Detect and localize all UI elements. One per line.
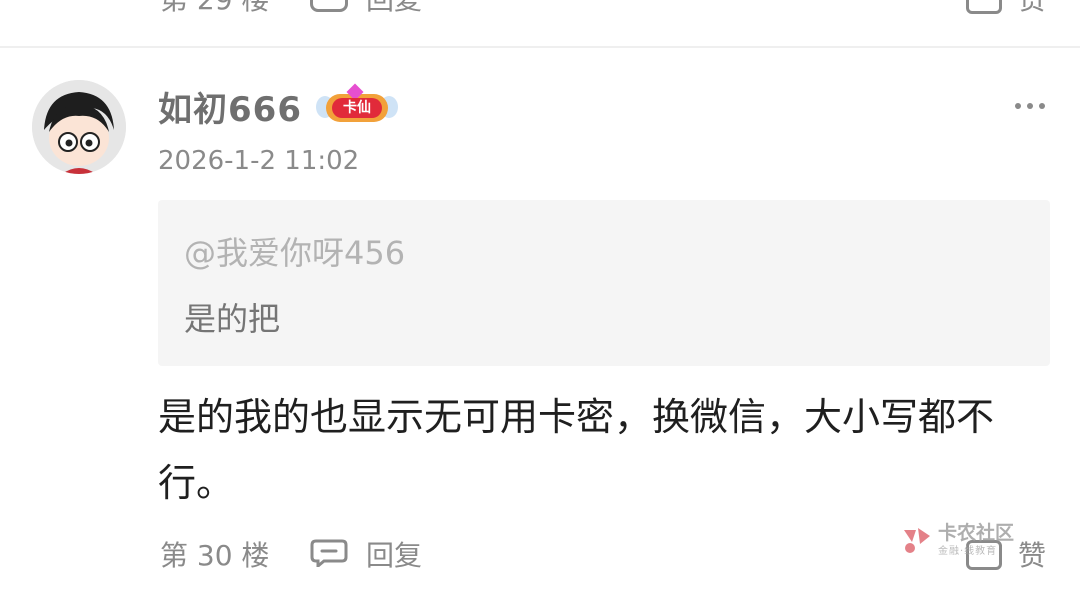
quoted-text: 是的把	[184, 300, 281, 338]
more-dots-icon[interactable]	[1012, 94, 1048, 118]
previous-like-icon[interactable]	[966, 0, 1002, 14]
floor-label: 第 30 楼	[160, 539, 270, 572]
user-level-badge: 卡仙	[316, 83, 398, 128]
previous-reply-icon[interactable]	[310, 0, 348, 12]
avatar-cartoon-icon	[32, 80, 126, 174]
badge-label: 卡仙	[332, 98, 382, 118]
watermark: 卡农社区 金融·线教育	[900, 518, 1030, 562]
previous-post-footer: 第 29 楼 回复 赞	[0, 0, 1080, 22]
reply-button[interactable]: 回复	[366, 534, 422, 574]
post-content: 是的我的也显示无可用卡密，换微信，大小写都不行。	[158, 395, 995, 505]
post-divider	[0, 46, 1080, 48]
quoted-username[interactable]: @我爱你呀456	[184, 228, 405, 274]
watermark-title: 卡农社区	[938, 522, 1015, 544]
quoted-reply[interactable]: @我爱你呀456 是的把	[158, 200, 1050, 366]
previous-like-button[interactable]: 赞	[1018, 0, 1046, 18]
watermark-logo-icon	[904, 528, 930, 553]
watermark-subtitle: 金融·线教育	[938, 546, 998, 557]
avatar[interactable]	[32, 80, 126, 174]
previous-floor-label: 第 29 楼	[160, 0, 269, 18]
post-timestamp: 2026-1-2 11:02	[158, 146, 360, 176]
reply-bubble-icon[interactable]	[310, 539, 348, 567]
username[interactable]: 如初666	[158, 82, 302, 131]
previous-reply-button[interactable]: 回复	[366, 0, 422, 18]
